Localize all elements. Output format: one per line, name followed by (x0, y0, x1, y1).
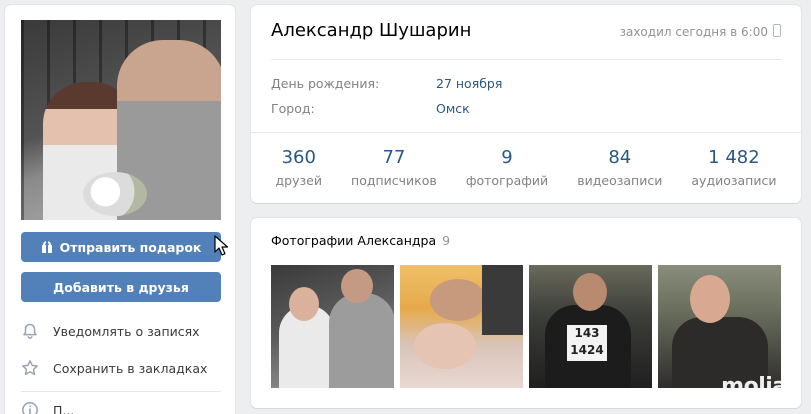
counter-number: 9 (501, 147, 513, 168)
counter-number: 1 482 (708, 147, 760, 168)
bookmark-label: Сохранить в закладках (53, 360, 208, 376)
photo-thumbnail[interactable] (271, 265, 394, 388)
counter-label: аудиозаписи (691, 173, 777, 188)
photo-figure (482, 265, 523, 335)
race-bib-number: 143 1424 (567, 325, 607, 361)
counter-friends[interactable]: 360 друзей (276, 147, 322, 188)
bell-icon (23, 323, 37, 339)
photo-thumbnail[interactable] (400, 265, 523, 388)
sidebar-divider (21, 391, 221, 392)
city-value[interactable]: Омск (436, 101, 470, 116)
profile-name: Александр Шушарин (271, 20, 472, 41)
profile-counters: 360 друзей 77 подписчиков 9 фотографий 8… (261, 147, 791, 188)
photos-title: Фотографии Александра (271, 233, 437, 248)
photos-count: 9 (442, 233, 451, 248)
counter-label: друзей (275, 173, 322, 188)
city-label: Город: (271, 101, 315, 116)
counter-label: фотографий (465, 173, 549, 188)
counter-photos[interactable]: 9 фотографий (466, 147, 548, 188)
add-friend-button[interactable]: Добавить в друзья (21, 272, 221, 302)
send-gift-button[interactable]: Отправить подарок (21, 232, 221, 262)
birthday-label: День рождения: (271, 76, 380, 91)
more-item[interactable]: П... (21, 395, 221, 414)
avatar-bouquet (83, 172, 147, 216)
photo-thumbnail[interactable]: 143 1424 (529, 265, 652, 388)
photo-face (573, 273, 607, 311)
counter-label: видеозаписи (577, 173, 663, 188)
counter-audio[interactable]: 1 482 аудиозаписи (691, 147, 776, 188)
mouse-cursor-icon (214, 235, 228, 256)
info-icon (22, 402, 38, 414)
photo-face (289, 287, 319, 321)
last-seen-status: заходил сегодня в 6:00 (619, 25, 768, 39)
profile-sidebar-card: Отправить подарок Добавить в друзья Увед… (5, 5, 235, 414)
birthday-value[interactable]: 27 ноября (436, 76, 502, 91)
counter-number: 77 (382, 147, 406, 168)
notify-posts-label: Уведомлять о записях (53, 323, 200, 339)
counter-videos[interactable]: 84 видеозаписи (577, 147, 662, 188)
mobile-phone-icon (773, 24, 781, 37)
photos-card: Фотографии Александра 9 143 1424 (251, 218, 801, 408)
photos-header[interactable]: Фотографии Александра 9 (271, 233, 450, 248)
gift-icon (41, 241, 53, 253)
profile-info-card: Александр Шушарин заходил сегодня в 6:00… (251, 5, 801, 203)
photo-figure (329, 293, 394, 388)
star-icon (22, 360, 38, 376)
header-divider (271, 59, 781, 60)
counters-divider (251, 132, 801, 133)
send-gift-label: Отправить подарок (59, 239, 202, 255)
profile-avatar[interactable] (21, 20, 221, 220)
photo-face (690, 275, 730, 323)
notify-posts-item[interactable]: Уведомлять о записях (21, 316, 221, 346)
counter-label: подписчиков (351, 173, 437, 188)
photo-face (414, 323, 476, 369)
bookmark-item[interactable]: Сохранить в закладках (21, 353, 221, 383)
race-bib-text: 143 1424 (570, 326, 604, 357)
counter-number: 360 (281, 147, 316, 168)
watermark-logo: moljar (721, 374, 797, 399)
photo-face (430, 279, 486, 321)
counter-number: 84 (608, 147, 632, 168)
counter-followers[interactable]: 77 подписчиков (351, 147, 437, 188)
photo-thumbnail[interactable] (658, 265, 781, 388)
more-label: П... (53, 402, 75, 414)
photo-face (341, 269, 373, 303)
